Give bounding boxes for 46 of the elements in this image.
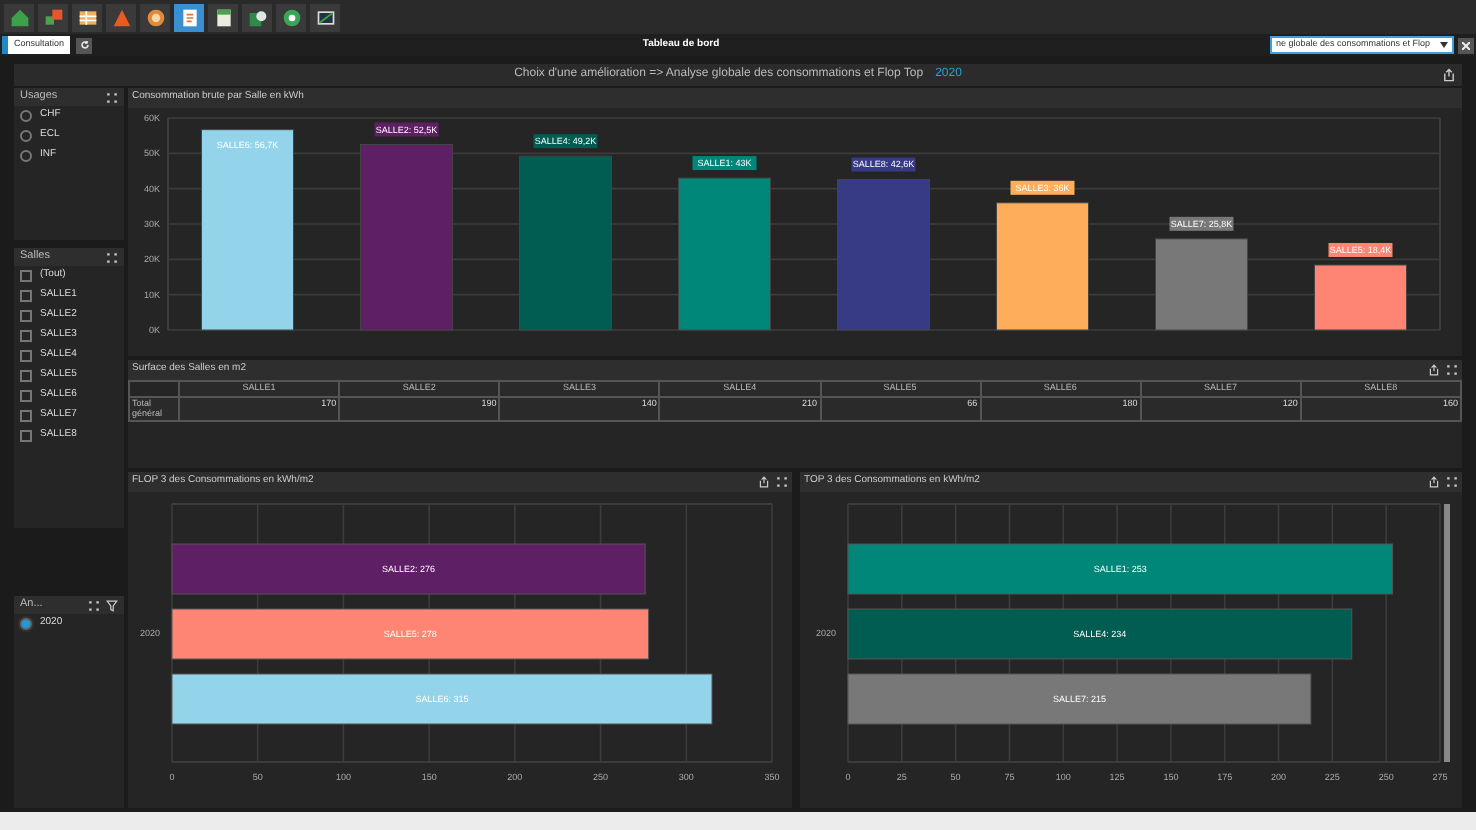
radio-button[interactable] [20, 150, 32, 162]
caret-icon [1440, 42, 1448, 48]
shapes-button[interactable] [38, 3, 68, 31]
share-icon[interactable] [1428, 364, 1440, 376]
document-icon [179, 7, 199, 27]
page-button[interactable] [208, 3, 238, 31]
shapes-icon [43, 7, 63, 27]
house-icon [9, 7, 29, 27]
expand-icon[interactable] [1446, 364, 1458, 376]
expand-icon[interactable] [106, 91, 118, 103]
expand-icon[interactable] [776, 476, 788, 488]
expand-icon[interactable] [1446, 476, 1458, 488]
monitor-icon [315, 7, 335, 27]
grid-button[interactable] [72, 3, 102, 31]
radio-button[interactable] [20, 130, 32, 142]
warning-icon [111, 7, 131, 27]
expand-icon[interactable] [88, 599, 100, 611]
share-icon[interactable] [758, 476, 770, 488]
warning-button[interactable] [106, 3, 136, 31]
refresh-icon [79, 40, 90, 50]
share-icon[interactable] [1428, 476, 1440, 488]
grid-icon [77, 7, 97, 27]
radio-button[interactable] [20, 110, 32, 122]
radio-button[interactable] [20, 618, 32, 630]
monitor-button[interactable] [310, 3, 340, 31]
page-icon [213, 7, 233, 27]
close-button[interactable] [1458, 37, 1474, 53]
target-button[interactable] [140, 3, 170, 31]
filter-icon[interactable] [106, 599, 118, 611]
checkbox[interactable] [20, 390, 32, 402]
document-button[interactable] [174, 3, 204, 31]
checkbox[interactable] [20, 370, 32, 382]
share-icon[interactable] [1442, 68, 1456, 82]
checkbox[interactable] [20, 290, 32, 302]
house-button[interactable] [4, 3, 34, 31]
checkbox[interactable] [20, 350, 32, 362]
refresh-button[interactable] [76, 37, 93, 53]
target-icon [145, 7, 165, 27]
close-icon [1462, 41, 1470, 49]
scrollbar[interactable] [1444, 504, 1450, 762]
checkbox[interactable] [20, 430, 32, 442]
checkbox[interactable] [20, 270, 32, 282]
checkbox[interactable] [20, 410, 32, 422]
checkbox[interactable] [20, 310, 32, 322]
expand-icon[interactable] [106, 251, 118, 263]
checkbox[interactable] [20, 330, 32, 342]
